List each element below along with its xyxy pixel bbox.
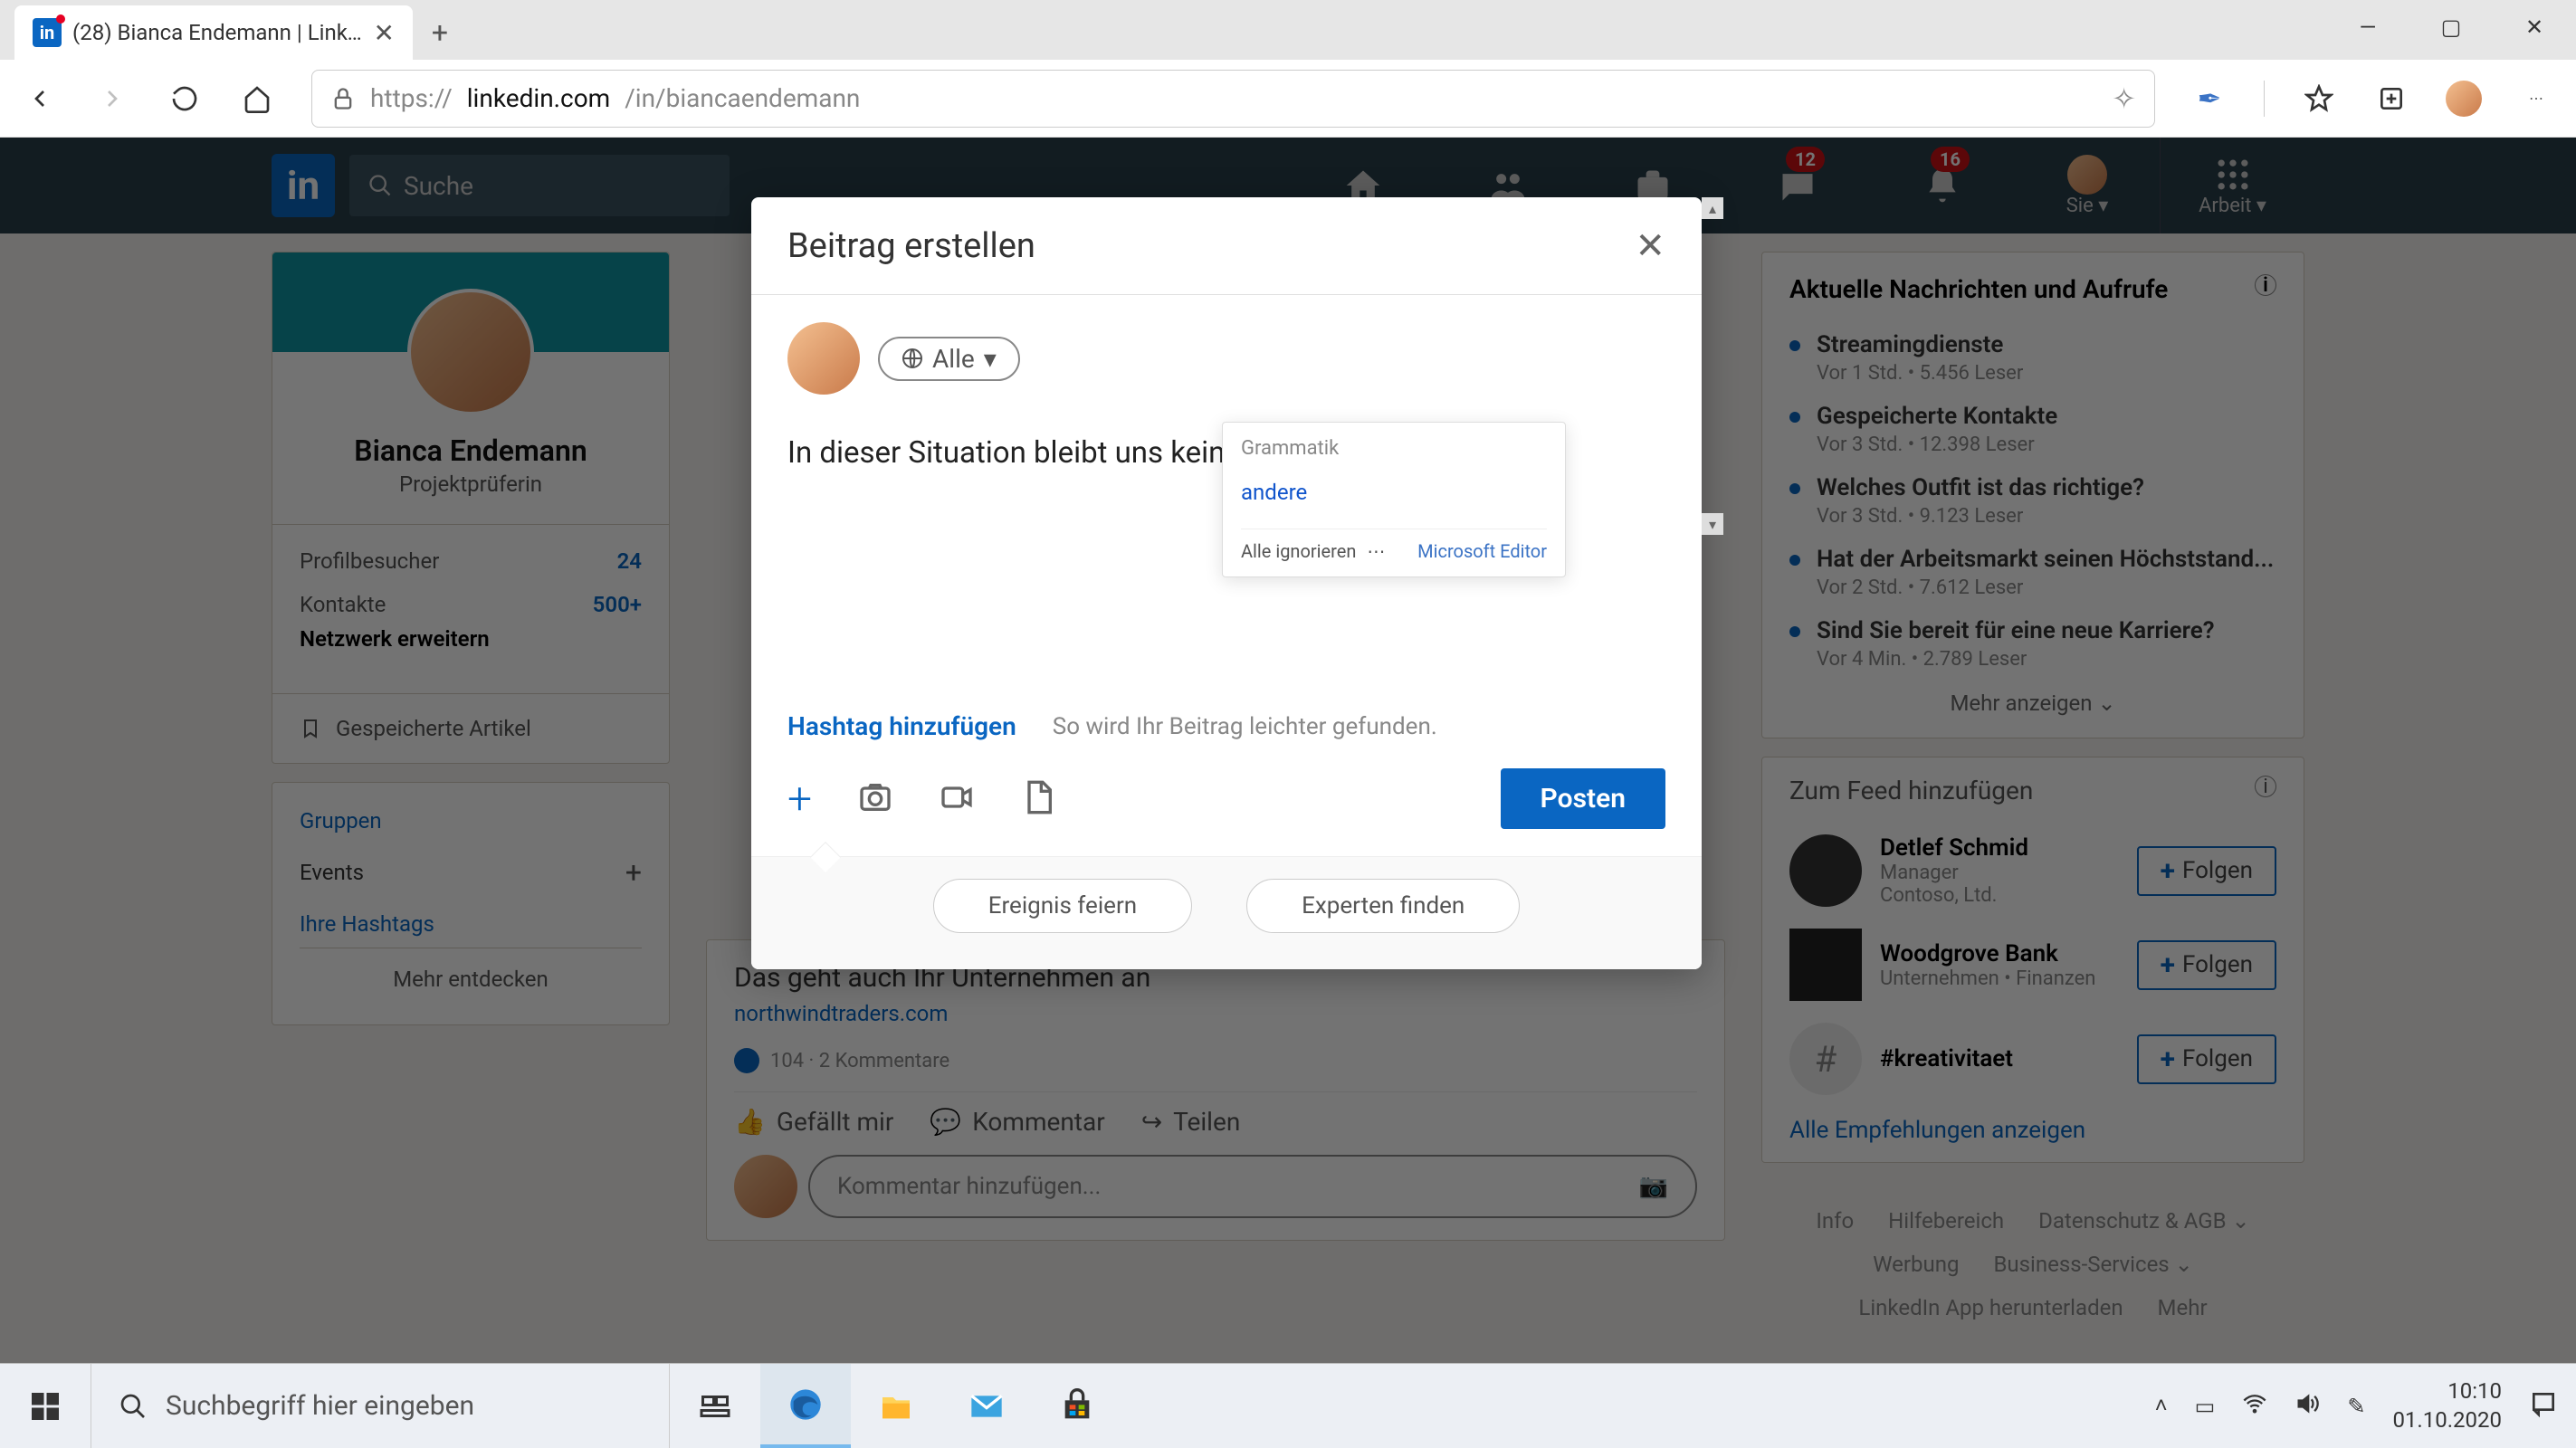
visibility-dropdown[interactable]: Alle ▾ (878, 337, 1020, 381)
video-icon[interactable] (939, 779, 975, 819)
edge-feather-icon[interactable]: ✒ (2191, 81, 2228, 117)
browser-tab[interactable]: in (28) Bianca Endemann | Linked... ✕ (14, 5, 413, 60)
tab-title: (28) Bianca Endemann | Linked... (72, 20, 363, 45)
lock-icon (330, 86, 356, 111)
back-icon[interactable] (22, 81, 58, 117)
profile-avatar-icon[interactable] (2446, 81, 2482, 117)
clock[interactable]: 10:10 01.10.2020 (2392, 1377, 2502, 1434)
suggestion-option[interactable]: andere (1241, 471, 1547, 514)
scroll-up-icon[interactable]: ▴ (1702, 197, 1723, 219)
more-icon[interactable]: ⋯ (1367, 540, 1385, 562)
photo-icon[interactable] (857, 779, 893, 819)
chip-find-experts[interactable]: Experten finden (1246, 879, 1520, 933)
refresh-icon[interactable] (167, 81, 203, 117)
add-content-icon[interactable]: + (787, 773, 812, 824)
store-app-icon[interactable] (1032, 1364, 1122, 1448)
editor-suggestion-popup: Grammatik andere Alle ignorieren ⋯ Micros… (1222, 422, 1566, 577)
create-post-modal: ▴ ▾ Beitrag erstellen ✕ Alle ▾ In dieser… (751, 197, 1702, 969)
wifi-icon[interactable] (2242, 1391, 2267, 1422)
home-icon[interactable] (239, 81, 275, 117)
linkedin-favicon: in (33, 18, 62, 47)
task-view-icon[interactable] (670, 1364, 760, 1448)
reader-mode-icon[interactable]: ✧ (2112, 81, 2136, 116)
close-tab-icon[interactable]: ✕ (374, 18, 395, 48)
favorites-icon[interactable] (2301, 81, 2337, 117)
taskbar: Suchbegriff hier eingeben ˄ ▭ ✎ 10:10 01… (0, 1363, 2576, 1448)
author-avatar (787, 322, 860, 395)
collections-icon[interactable] (2373, 81, 2409, 117)
url-path: /in/biancaendemann (625, 83, 860, 113)
more-icon[interactable]: ⋯ (2518, 81, 2554, 117)
maximize-icon[interactable]: ▢ (2409, 0, 2493, 54)
forward-icon (94, 81, 130, 117)
post-button[interactable]: Posten (1501, 768, 1665, 829)
taskbar-search[interactable]: Suchbegriff hier eingeben (91, 1364, 670, 1448)
document-icon[interactable] (1020, 779, 1056, 819)
popup-category: Grammatik (1241, 437, 1547, 460)
minimize-icon[interactable]: — (2326, 0, 2409, 54)
edge-app-icon[interactable] (760, 1364, 851, 1448)
new-tab-button[interactable]: + (413, 5, 467, 60)
modal-title: Beitrag erstellen (787, 226, 1035, 266)
editor-brand-link[interactable]: Microsoft Editor (1417, 540, 1547, 562)
volume-icon[interactable] (2295, 1391, 2320, 1422)
url-domain: linkedin.com (467, 83, 610, 113)
search-icon (119, 1392, 148, 1421)
close-window-icon[interactable]: ✕ (2493, 0, 2576, 54)
scroll-down-icon[interactable]: ▾ (1702, 513, 1723, 535)
close-icon[interactable]: ✕ (1635, 224, 1665, 267)
globe-icon (902, 348, 923, 369)
tray-chevron-icon[interactable]: ˄ (2155, 1393, 2168, 1419)
chip-celebrate[interactable]: Ereignis feiern (933, 879, 1192, 933)
pen-icon[interactable]: ✎ (2347, 1394, 2365, 1419)
chevron-down-icon: ▾ (984, 344, 997, 374)
hashtag-info: So wird Ihr Beitrag leichter gefunden. (1053, 713, 1437, 740)
file-explorer-icon[interactable] (851, 1364, 941, 1448)
mail-app-icon[interactable] (941, 1364, 1032, 1448)
battery-icon[interactable]: ▭ (2195, 1394, 2216, 1419)
add-hashtag-link[interactable]: Hashtag hinzufügen (787, 711, 1016, 741)
address-bar[interactable]: https:// linkedin.com/in/biancaendemann ✧ (311, 70, 2155, 128)
ignore-all-button[interactable]: Alle ignorieren (1241, 540, 1356, 562)
start-button[interactable] (0, 1364, 91, 1448)
notifications-tray-icon[interactable] (2529, 1389, 2558, 1424)
url-protocol: https:// (370, 83, 453, 113)
